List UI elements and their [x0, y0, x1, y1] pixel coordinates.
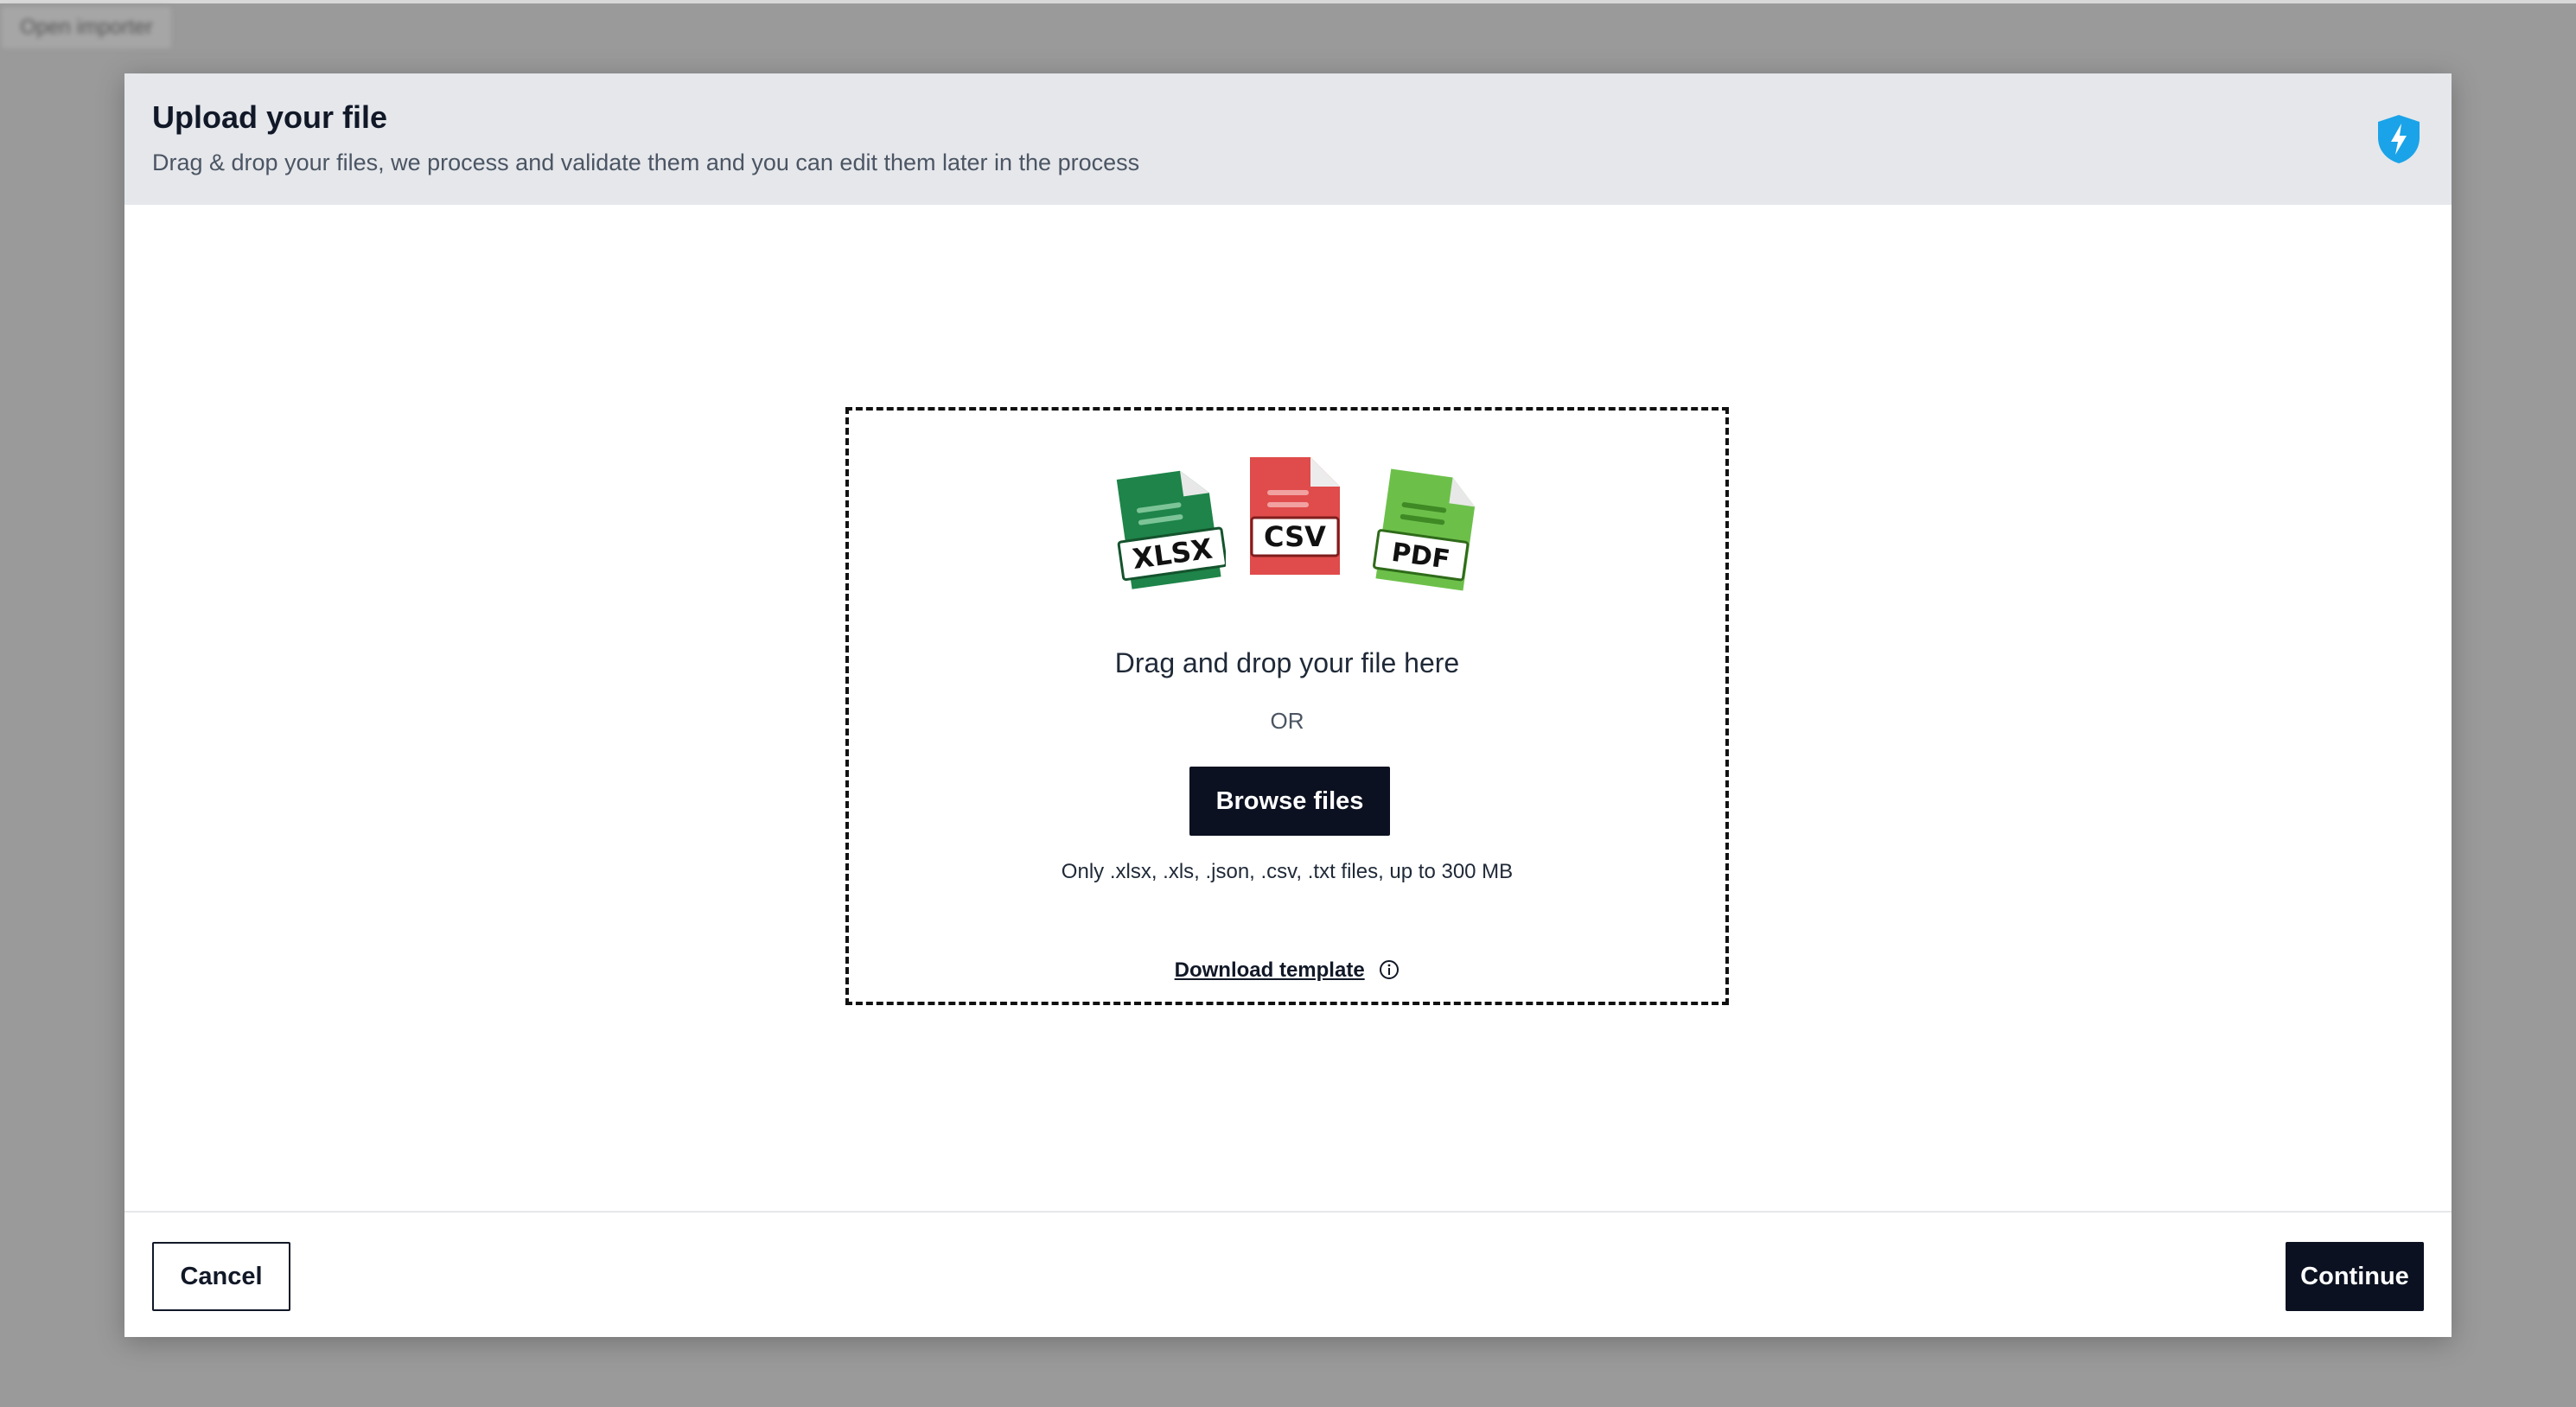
- modal-footer: Cancel Continue: [124, 1211, 2452, 1337]
- info-icon[interactable]: [1379, 959, 1400, 980]
- open-importer-button[interactable]: Open importer: [2, 7, 171, 48]
- browse-files-button[interactable]: Browse files: [1189, 767, 1390, 836]
- pdf-file-icon: PDF: [1373, 468, 1476, 591]
- csv-label: CSV: [1264, 520, 1326, 553]
- file-type-icons: XLSX CSV PDF: [849, 454, 1725, 609]
- download-template-row: Download template: [849, 958, 1725, 983]
- csv-file-fold: [1310, 457, 1340, 487]
- window-top-edge: [0, 0, 2576, 3]
- modal-header: Upload your file Drag & drop your files,…: [124, 73, 2452, 205]
- allowed-file-types-hint: Only .xlsx, .xls, .json, .csv, .txt file…: [1061, 860, 1514, 883]
- dropzone-or-divider: OR: [1270, 708, 1304, 734]
- xlsx-file-icon: XLSX: [1116, 470, 1226, 589]
- file-dropzone[interactable]: XLSX CSV PDF Drag and drop your file her…: [845, 407, 1729, 1005]
- modal-title: Upload your file: [152, 99, 388, 135]
- download-template-link[interactable]: Download template: [1175, 958, 1365, 982]
- continue-button[interactable]: Continue: [2286, 1242, 2424, 1311]
- shield-bolt-icon: [2378, 115, 2420, 163]
- modal-subtitle: Drag & drop your files, we process and v…: [152, 150, 1140, 175]
- xlsx-file-fold: [1180, 470, 1209, 497]
- pdf-file-fold: [1449, 477, 1476, 507]
- csv-file-icon: CSV: [1250, 457, 1340, 575]
- upload-modal: Upload your file Drag & drop your files,…: [124, 73, 2452, 1337]
- dropzone-title: Drag and drop your file here: [1114, 647, 1460, 678]
- cancel-button[interactable]: Cancel: [152, 1242, 290, 1311]
